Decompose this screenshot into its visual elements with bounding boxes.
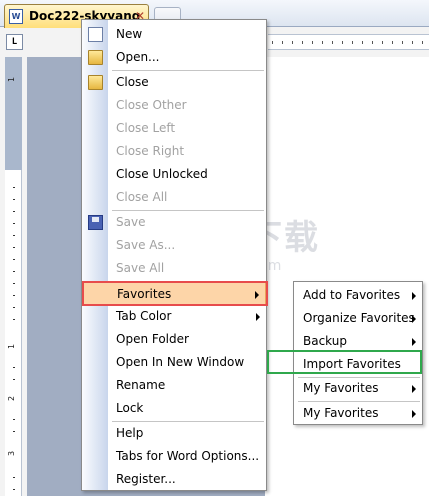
menu-item-close-right: Close Right [82,140,266,163]
vertical-ruler[interactable]: 1 1 2 3 [5,57,22,496]
submenu-arrow-icon [412,410,416,418]
menu-item-label: My Favorites [303,381,379,395]
menu-item-close-other: Close Other [82,94,266,117]
menu-item-label: Save All [116,261,165,275]
menu-item-tabs-options[interactable]: Tabs for Word Options... [82,445,266,468]
menu-item-label: Tab Color [116,309,172,323]
menu-item-register[interactable]: Register... [82,468,266,491]
menu-item-open-new-window[interactable]: Open In New Window [82,351,266,374]
ruler-number: 3 [7,450,17,457]
document-page[interactable] [265,57,429,496]
menu-item-label: New [116,27,143,41]
menu-item-close-all: Close All [82,186,266,209]
word-doc-icon: W [9,9,23,24]
ruler-number: 2 [7,395,17,402]
submenu-arrow-icon [255,291,259,299]
ruler-number: 1 [7,76,17,83]
menu-item-tab-color[interactable]: Tab Color [82,305,266,328]
menu-item-save-as: Save As... [82,234,266,257]
menu-item-label: Import Favorites [303,357,401,371]
menu-item-label: Close Other [116,98,187,112]
submenu-arrow-icon [412,315,416,323]
menu-item-open-folder[interactable]: Open Folder [82,328,266,351]
submenu-arrow-icon [412,385,416,393]
tab-stop-selector[interactable]: L [6,34,23,50]
menu-item-lock[interactable]: Lock [82,397,266,420]
menu-item-label: Open... [116,50,160,64]
menu-item-label: Favorites [117,287,172,301]
menu-item-label: Lock [116,401,144,415]
menu-item-label: Backup [303,334,347,348]
menu-item-new[interactable]: New [82,23,266,46]
ruler-number: 1 [7,343,17,350]
menu-item-save-all: Save All [82,257,266,280]
menu-item-label: Help [116,426,144,440]
submenu-item-backup[interactable]: Backup [294,330,422,353]
horizontal-ruler[interactable] [268,34,429,50]
menu-item-label: Save [116,215,146,229]
submenu-item-organize-favorites[interactable]: Organize Favorites [294,307,422,330]
tab-context-menu: New Open... Close Close Other Close Left… [81,19,267,491]
menu-item-label: Close Unlocked [116,167,208,181]
menu-item-close[interactable]: Close [82,71,266,94]
submenu-arrow-icon [412,338,416,346]
submenu-item-import-favorites[interactable]: Import Favorites [294,353,422,376]
menu-item-favorites[interactable]: Favorites [82,282,266,305]
menu-item-save: Save [82,211,266,234]
menu-item-label: Add to Favorites [303,288,401,302]
favorites-submenu: Add to Favorites Organize Favorites Back… [293,281,423,425]
menu-item-label: Open In New Window [116,355,245,369]
menu-item-open[interactable]: Open... [82,46,266,69]
save-icon [88,215,103,230]
menu-item-label: Close [116,75,149,89]
menu-item-label: Close Right [116,144,185,158]
submenu-arrow-icon [412,292,416,300]
open-folder-icon [88,50,103,65]
menu-item-rename[interactable]: Rename [82,374,266,397]
menu-item-label: Rename [116,378,166,392]
submenu-item-my-favorites[interactable]: My Favorites [294,377,422,400]
menu-item-close-left: Close Left [82,117,266,140]
close-folder-icon [88,75,103,90]
menu-item-label: Tabs for Word Options... [116,449,260,463]
menu-item-help[interactable]: Help [82,422,266,445]
menu-item-close-unlocked[interactable]: Close Unlocked [82,163,266,186]
submenu-item-add-to-favorites[interactable]: Add to Favorites [294,284,422,307]
submenu-item-my-favorites-2[interactable]: My Favorites [294,402,422,425]
submenu-arrow-icon [256,313,260,321]
menu-item-label: Open Folder [116,332,189,346]
menu-item-label: Close Left [116,121,176,135]
menu-item-label: Register... [116,472,176,486]
menu-item-label: My Favorites [303,406,379,420]
menu-item-label: Close All [116,190,168,204]
new-doc-icon [88,27,103,42]
menu-item-label: Save As... [116,238,176,252]
ruler-margin-shade [5,57,22,170]
menu-item-label: Organize Favorites [303,311,415,325]
